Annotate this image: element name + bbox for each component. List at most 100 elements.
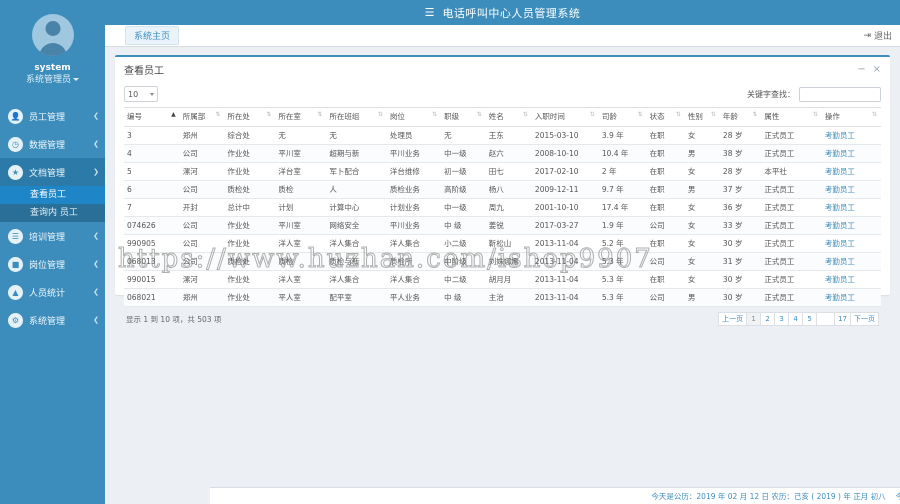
table-column-header[interactable]: 状态 ⇅ (646, 107, 685, 127)
logout-button[interactable]: ⇥ 退出 (863, 29, 892, 43)
table-column-header[interactable]: 所属部 ⇅ (179, 107, 225, 127)
table-column-header[interactable]: 所在处 ⇅ (224, 107, 276, 127)
table-row[interactable]: 3 郑州 综合处无无处理员无王东 2015-03-10 3.9 年在职女 28 岁正式员工… (124, 126, 881, 145)
sidebar-item-system-management[interactable]: ⚙ 系统管理 ❮ (0, 306, 105, 334)
table-cell: 30 岁 (719, 234, 762, 253)
table-cell-action[interactable]: 考勤员工 (821, 162, 881, 181)
sidebar-item-document-management[interactable]: ★ 文档管理 ❯ (0, 158, 105, 186)
table-cell-action[interactable]: 考勤员工 (821, 252, 881, 271)
pagination-button[interactable]: 2 (761, 312, 776, 326)
sidebar-item-training-management[interactable]: ☰ 培训管理 ❮ (0, 222, 105, 250)
table-column-header[interactable]: 入职时间 ⇅ (531, 107, 599, 127)
table-cell: 074626 (124, 216, 180, 235)
collapse-icon[interactable]: − (857, 64, 865, 75)
table-row[interactable]: 990015 漯河 作业处 洋人室 洋人集合 洋人集合 中二级 胡月月 2013-11-04 5.… (124, 270, 881, 289)
table-column-header[interactable]: 岗位 ⇅ (386, 107, 442, 127)
table-cell: 中二级 (441, 270, 486, 289)
pagination-button[interactable]: 5 (803, 312, 818, 326)
attendance-link[interactable]: 考勤员工 (825, 167, 855, 176)
pagination-button[interactable] (817, 312, 836, 326)
table-cell: 公司 (179, 144, 225, 163)
table-column-header[interactable]: 编号 ▲ (124, 107, 180, 127)
table-cell: 3.9 年 (598, 126, 647, 145)
pagination-button[interactable]: 1 (747, 312, 762, 326)
table-row[interactable]: 068013 公司 质检处 质检 质检与新 质检所 中阶级 刘姝娜娜 2013-11-04 5.3… (124, 252, 881, 271)
table-cell-action[interactable]: 考勤员工 (821, 198, 881, 217)
attendance-link[interactable]: 考勤员工 (825, 221, 855, 230)
table-cell: 赵六 (485, 144, 532, 163)
table-cell: 公司 (646, 252, 685, 271)
book-icon: ☰ (8, 228, 23, 244)
table-cell-action[interactable]: 考勤员工 (821, 270, 881, 289)
sidebar-item-label: 培训管理 (29, 232, 66, 243)
table-cell: 正式员工 (761, 216, 822, 235)
table-cell: 处理员 (386, 126, 442, 145)
table-column-header[interactable]: 所在室 ⇅ (275, 107, 327, 127)
page-length-select[interactable]: 10 (124, 86, 158, 102)
sidebar-user-panel: system 系统管理员 (0, 0, 105, 96)
tab-home[interactable]: 系统主页 (125, 26, 180, 45)
table-column-header[interactable]: 操作 ⇅ (821, 107, 881, 127)
attendance-link[interactable]: 考勤员工 (825, 131, 855, 140)
table-row[interactable]: 6 公司 质检处 质检人质检业务 高阶级 杨八 2009-12-11 9.7 年在职男 37 岁… (124, 180, 881, 199)
attendance-link[interactable]: 考勤员工 (825, 149, 855, 158)
user-name: system (34, 63, 71, 73)
table-column-header[interactable]: 职级 ⇅ (441, 107, 486, 127)
sort-both-icon: ⇅ (432, 111, 438, 118)
sidebar-item-label: 人员统计 (29, 288, 66, 299)
sidebar-item-personnel-statistics[interactable]: ▲ 人员统计 ❮ (0, 278, 105, 306)
attendance-link[interactable]: 考勤员工 (825, 293, 855, 302)
attendance-link[interactable]: 考勤员工 (825, 203, 855, 212)
pagination-button[interactable]: 4 (789, 312, 804, 326)
sidebar-item-employee-management[interactable]: 👤 员工管理 ❮ (0, 102, 105, 130)
table-cell: 周九 (485, 198, 532, 217)
table-cell-action[interactable]: 考勤员工 (821, 216, 881, 235)
table-cell-action[interactable]: 考勤员工 (821, 234, 881, 253)
table-cell: 本平社 (761, 162, 822, 181)
hamburger-icon[interactable]: ☰ (425, 6, 435, 19)
attendance-link[interactable]: 考勤员工 (825, 275, 855, 284)
user-role[interactable]: 系统管理员 (8, 74, 97, 86)
table-cell-action[interactable]: 考勤员工 (821, 126, 881, 145)
pagination-button[interactable]: 17 (835, 312, 851, 326)
table-column-header[interactable]: 属性 ⇅ (761, 107, 822, 127)
table-cell: 作业处 (224, 234, 276, 253)
table-column-header[interactable]: 所在班组 ⇅ (326, 107, 387, 127)
table-row[interactable]: 5 漯河 作业处 洋台室 军卜配合 洋台维修 初一级 田七 2017-02-10 2 年在职女 28… (124, 162, 881, 181)
table-cell-action[interactable]: 考勤员工 (821, 144, 881, 163)
table-row[interactable]: 7 开封 总计中 计划 计算中心 计划业务 中一级 周九 2001-10-10 17.4 年在职女… (124, 198, 881, 217)
pagination-button[interactable]: 下一页 (851, 312, 879, 326)
table-column-header[interactable]: 司龄 ⇅ (598, 107, 647, 127)
attendance-link[interactable]: 考勤员工 (825, 185, 855, 194)
table-row[interactable]: 074626 公司 作业处 平川室 网络安全 平川业务中 级姜锐 2017-03-27 1.9… (124, 216, 881, 235)
sort-asc-icon: ▲ (171, 111, 176, 118)
sidebar-subitem-query-employee[interactable]: 查询内 员工 (0, 204, 105, 222)
sidebar-item-data-management[interactable]: ◷ 数据管理 ❮ (0, 130, 105, 158)
table-cell-action[interactable]: 考勤员工 (821, 288, 881, 307)
sort-both-icon: ⇅ (476, 111, 482, 118)
attendance-link[interactable]: 考勤员工 (825, 239, 855, 248)
search-input[interactable] (799, 86, 881, 102)
pagination-button[interactable]: 上一页 (718, 312, 748, 326)
sidebar-subitem-view-employee[interactable]: 查看员工 (0, 186, 105, 204)
table-cell-action[interactable]: 考勤员工 (821, 180, 881, 199)
table-cell: 30 岁 (719, 288, 762, 307)
table-row[interactable]: 068021 郑州 作业处 平人室 配平室 平人业务中 级主治 2013-11-04 5.3 … (124, 288, 881, 307)
table-row[interactable]: 990905 公司 作业处 洋人室 洋人集合 洋人集合 小二级 靳松山 2013-11-04 5.… (124, 234, 881, 253)
pagination-button[interactable]: 3 (775, 312, 790, 326)
table-row[interactable]: 4 公司 作业处 平川室 超期与新 平川业务 中一级 赵六 2008-10-10 10.4 年在职… (124, 144, 881, 163)
table-column-header[interactable]: 姓名 ⇅ (485, 107, 532, 127)
table-column-header[interactable]: 年龄 ⇅ (719, 107, 762, 127)
table-cell: 2013-11-04 (531, 270, 599, 289)
table-column-header[interactable]: 性别 ⇅ (684, 107, 720, 127)
close-icon[interactable]: × (873, 64, 881, 75)
chevron-left-icon: ❮ (93, 288, 99, 296)
table-cell: 在职 (646, 126, 685, 145)
sidebar-item-position-management[interactable]: ■ 岗位管理 ❮ (0, 250, 105, 278)
attendance-link[interactable]: 考勤员工 (825, 257, 855, 266)
table-cell: 平川业务 (386, 144, 442, 163)
table-cell: 计划 (275, 198, 327, 217)
table-cell: 2017-02-10 (531, 162, 599, 181)
table-cell: 在职 (646, 198, 685, 217)
table-cell: 漯河 (179, 162, 225, 181)
